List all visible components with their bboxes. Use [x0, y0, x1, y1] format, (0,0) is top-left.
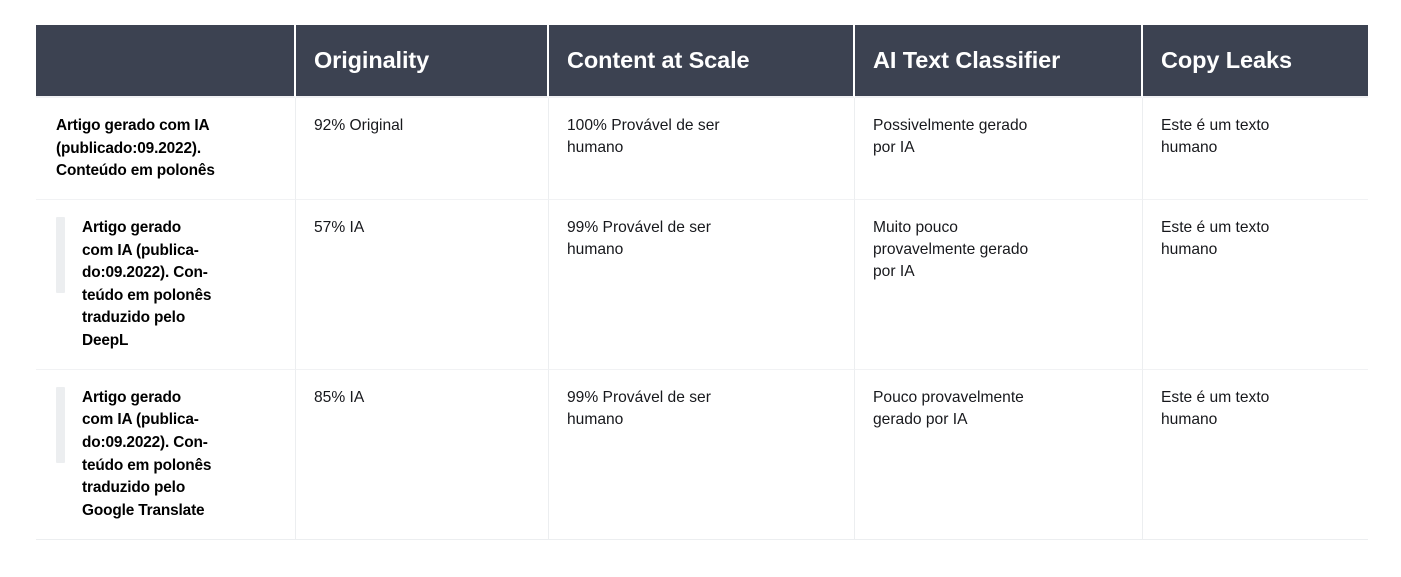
- indent-bar-icon: [56, 386, 65, 463]
- column-header-copy-leaks: Copy Leaks: [1143, 25, 1368, 98]
- cell-content-at-scale: 99% Provável de ser humano: [549, 369, 855, 540]
- row-label-text: Artigo gerado com IA (publicado:09.2022).…: [56, 117, 215, 180]
- cell-copy-leaks: Este é um texto humano: [1143, 199, 1368, 370]
- cell-originality-text: 57% IA: [314, 218, 365, 236]
- cell-originality-text: 92% Original: [314, 117, 404, 134]
- row-label-text: Artigo gerado com IA (publica-do:09.2022)…: [82, 388, 212, 519]
- header-row: Originality Content at Scale AI Text Cla…: [36, 25, 1368, 98]
- table-header: Originality Content at Scale AI Text Cla…: [36, 25, 1368, 98]
- cell-copy-leaks: Este é um texto humano: [1143, 369, 1368, 540]
- cell-ai-text-classifier-text: Muito pouco provavelmente gerado por IA: [873, 218, 1029, 281]
- comparison-table: Originality Content at Scale AI Text Cla…: [36, 25, 1368, 540]
- page-root: Originality Content at Scale AI Text Cla…: [0, 0, 1401, 577]
- row-label-text: Artigo gerado com IA (publica-do:09.2022)…: [82, 218, 212, 350]
- cell-copy-leaks-text: Este é um texto humano: [1161, 218, 1270, 259]
- column-header-originality: Originality: [296, 25, 549, 98]
- row-label-cell: Artigo gerado com IA (publica-do:09.2022)…: [36, 369, 296, 540]
- cell-content-at-scale-text: 100% Provável de ser humano: [567, 117, 720, 157]
- column-header-content-at-scale: Content at Scale: [549, 25, 855, 98]
- cell-originality: 57% IA: [296, 199, 549, 370]
- cell-ai-text-classifier-text: Pouco provavelmente gerado por IA: [873, 388, 1024, 428]
- cell-content-at-scale: 100% Provável de ser humano: [549, 98, 855, 200]
- cell-content-at-scale-text: 99% Provável de ser humano: [567, 388, 711, 428]
- cell-originality-text: 85% IA: [314, 388, 365, 406]
- table-row: Artigo gerado com IA (publica-do:09.2022)…: [36, 199, 1368, 370]
- cell-copy-leaks-text: Este é um texto humano: [1161, 388, 1270, 428]
- table-row: Artigo gerado com IA (publicado:09.2022).…: [36, 98, 1368, 200]
- cell-content-at-scale-text: 99% Provável de ser humano: [567, 218, 711, 259]
- indent-bar-icon: [56, 216, 65, 293]
- cell-ai-text-classifier: Pouco provavelmente gerado por IA: [855, 369, 1143, 540]
- cell-originality: 85% IA: [296, 369, 549, 540]
- cell-copy-leaks-text: Este é um texto humano: [1161, 117, 1270, 157]
- cell-ai-text-classifier-text: Possivelmente gerado por IA: [873, 117, 1028, 157]
- cell-originality: 92% Original: [296, 98, 549, 200]
- cell-copy-leaks: Este é um texto humano: [1143, 98, 1368, 200]
- cell-ai-text-classifier: Possivelmente gerado por IA: [855, 98, 1143, 200]
- column-header-ai-text-classifier: AI Text Classifier: [855, 25, 1143, 98]
- cell-content-at-scale: 99% Provável de ser humano: [549, 199, 855, 370]
- column-header-label: [36, 25, 296, 98]
- row-label-cell: Artigo gerado com IA (publica-do:09.2022)…: [36, 199, 296, 370]
- row-label-cell: Artigo gerado com IA (publicado:09.2022).…: [36, 98, 296, 200]
- cell-ai-text-classifier: Muito pouco provavelmente gerado por IA: [855, 199, 1143, 370]
- table-row: Artigo gerado com IA (publica-do:09.2022)…: [36, 369, 1368, 540]
- table-body: Artigo gerado com IA (publicado:09.2022).…: [36, 98, 1368, 540]
